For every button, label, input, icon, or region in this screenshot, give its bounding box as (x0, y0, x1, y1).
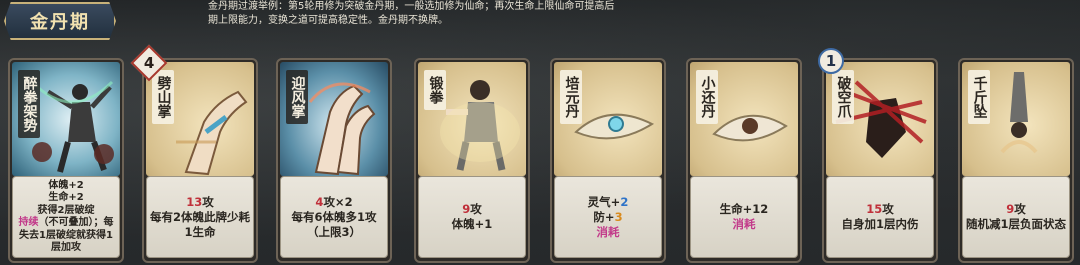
card-name-banner: 迎风掌 (286, 70, 308, 124)
card-line: 体魄+2 (48, 179, 84, 191)
card-attack: 15 (866, 202, 883, 216)
card-name-banner: 破空爪 (832, 70, 854, 124)
card-name: 千斤坠 (971, 76, 988, 118)
card-text: 9攻 随机减1层负面状态 (962, 176, 1070, 258)
card-effect: 生命+12 (719, 202, 769, 216)
card-name-banner: 锻拳 (424, 70, 446, 110)
card-name-banner: 培元丹 (560, 70, 582, 124)
card-cost: 1 (825, 52, 837, 70)
card-pishanzhang[interactable]: 劈山掌 4 13攻 每有2体魄此牌少耗1生命 (130, 44, 260, 265)
card-name-banner: 千斤坠 (968, 70, 990, 124)
card-name: 破空爪 (835, 76, 852, 118)
card-text: 体魄+2 生命+2 获得2层破绽 持续（不可叠加）；每失去1层破绽就获得1层加攻 (12, 176, 120, 258)
card-keyword: 消耗 (732, 217, 756, 231)
card-name-banner: 小还丹 (696, 70, 718, 124)
card-name: 锻拳 (427, 76, 444, 104)
card-name-banner: 醉拳架势 (18, 70, 40, 138)
card-art: 迎风掌 (280, 62, 388, 176)
card-attack-unit: 攻 (202, 194, 214, 209)
card-text: 15攻 自身加1层内伤 (826, 176, 934, 258)
card-effect: 体魄+1 (451, 217, 493, 231)
card-name: 醉拳架势 (21, 76, 38, 132)
card-name: 迎风掌 (289, 76, 306, 118)
card-stat-value: 2 (620, 194, 629, 209)
card-attack-unit: 攻 (882, 202, 894, 216)
card-keyword: 持续 (18, 217, 39, 228)
card-effect: 每有2体魄此牌少耗1生命 (150, 209, 251, 239)
card-attack: 13 (186, 194, 203, 209)
card-text: 9攻 体魄+1 (418, 176, 526, 258)
card-name: 劈山掌 (155, 76, 172, 118)
card-art: 锻拳 (418, 62, 526, 176)
card-line: 生命+2 (48, 192, 84, 203)
card-attack-unit: 攻×2 (323, 194, 353, 209)
card-cost-badge: 1 (818, 48, 844, 74)
card-cost: 4 (143, 54, 155, 72)
card-text: 灵气+2 防+3 消耗 (554, 176, 662, 258)
card-name: 小还丹 (699, 76, 716, 118)
card-text: 4攻×2 每有6体魄多1攻（上限3） (280, 176, 388, 258)
card-attack-unit: 攻 (470, 202, 482, 216)
card-peiyuandan[interactable]: 培元丹 灵气+2 防+3 消耗 (548, 56, 668, 265)
card-attack-unit: 攻 (1014, 202, 1026, 216)
card-keyword: 消耗 (596, 224, 620, 239)
card-stat-label: 防+ (593, 209, 615, 224)
card-art: 小还丹 (690, 62, 798, 176)
card-art: 劈山掌 (146, 62, 254, 176)
card-effect: 自身加1层内伤 (841, 217, 919, 231)
card-zuiquan[interactable]: 醉拳架势 体魄+2 生命+2 获得2层破绽 持续（不可叠加）；每失去1层破绽就获… (6, 56, 126, 265)
card-name: 培元丹 (563, 76, 580, 118)
card-xiaohuandan[interactable]: 小还丹 生命+12 消耗 (684, 56, 804, 265)
card-text: 生命+12 消耗 (690, 176, 798, 258)
card-text: 13攻 每有2体魄此牌少耗1生命 (146, 176, 254, 258)
card-art: 破空爪 (826, 62, 934, 176)
card-effect: 每有6体魄多1攻（上限3） (291, 209, 377, 239)
card-row: 醉拳架势 体魄+2 生命+2 获得2层破绽 持续（不可叠加）；每失去1层破绽就获… (0, 44, 1080, 265)
card-name-banner: 劈山掌 (152, 70, 174, 124)
card-line: 获得2层破绽 (37, 204, 95, 216)
card-effect: 随机减1层负面状态 (966, 217, 1067, 231)
card-stat-label: 灵气+ (587, 194, 621, 209)
card-art: 千斤坠 (962, 62, 1070, 176)
stage-description: 金丹期过渡举例：第5轮用修为突破金丹期，一般选加修为仙命；再次生命上限仙命可提高… (208, 1, 615, 26)
card-qianjinzhui[interactable]: 千斤坠 9攻 随机减1层负面状态 (956, 56, 1076, 265)
card-duanquan[interactable]: 锻拳 9攻 体魄+1 (412, 56, 532, 265)
card-pokongzhua[interactable]: 破空爪 1 15攻 自身加1层内伤 (818, 48, 940, 265)
card-stat-value: 3 (614, 209, 623, 224)
stage-tag: 金丹期 (4, 2, 116, 40)
stage-title: 金丹期 (30, 12, 90, 33)
card-yingfengzhang[interactable]: 迎风掌 4攻×2 每有6体魄多1攻（上限3） (274, 56, 394, 265)
card-art: 培元丹 (554, 62, 662, 176)
card-art: 醉拳架势 (12, 62, 120, 176)
